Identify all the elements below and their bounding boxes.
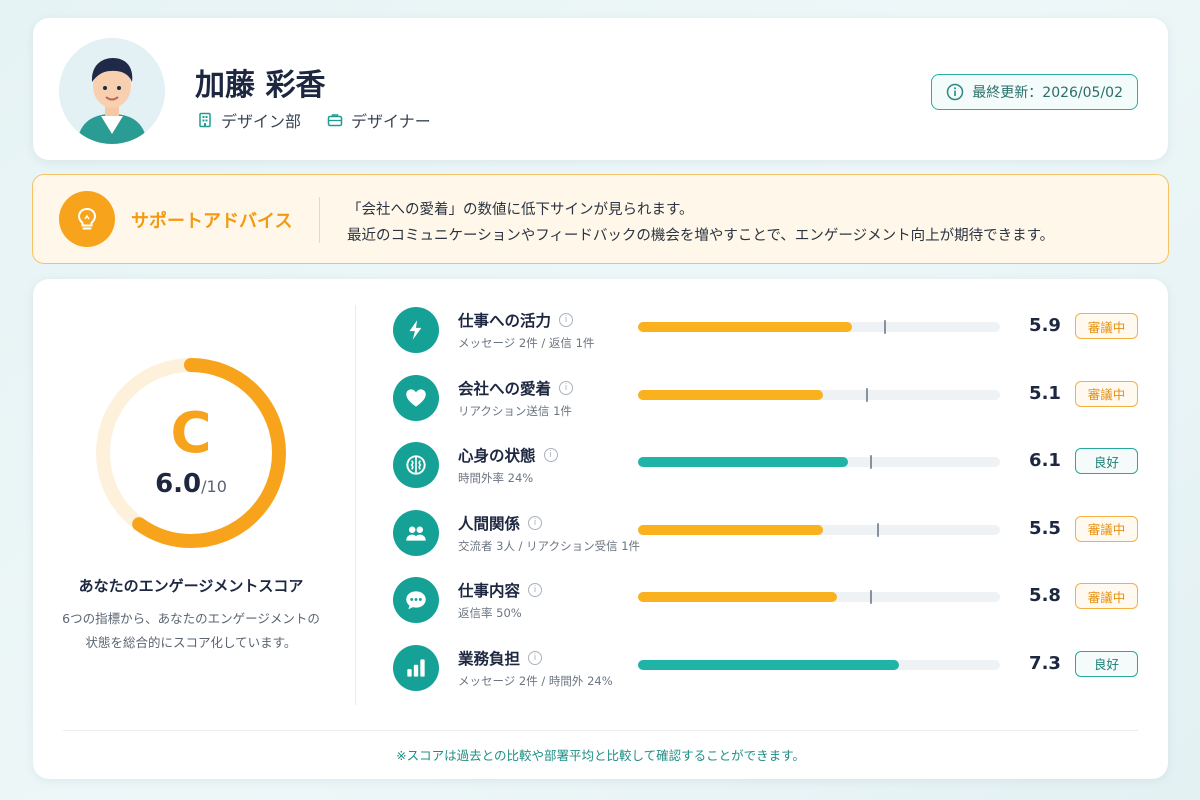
briefcase-icon	[327, 114, 343, 127]
metric-name: 会社への愛着 i	[458, 377, 574, 399]
metric-score: 5.5	[1029, 517, 1061, 539]
department-average-marker	[869, 455, 872, 469]
metric-name: 仕事内容 i	[458, 579, 543, 601]
advice-text: 「会社への愛着」の数値に低下サインが見られます。 最近のコミュニケーションやフィ…	[347, 197, 1054, 249]
bolt-icon	[393, 307, 439, 353]
department-average-marker	[876, 522, 879, 537]
profile-card: 加藤 彩香 デザイン部 デザイナー 最終更新：2026/05/02	[33, 18, 1168, 160]
metric-bar-fill	[638, 389, 823, 400]
metric-bar-fill	[638, 322, 852, 332]
metric-score: 6.1	[1029, 450, 1061, 471]
info-icon[interactable]: i	[528, 583, 543, 597]
support-advice-banner: サポートアドバイス 「会社への愛着」の数値に低下サインが見られます。 最近のコミ…	[32, 174, 1169, 264]
role-label: デザイナー	[351, 112, 431, 131]
score-title: あなたのエンゲージメントスコア	[78, 577, 304, 595]
status-badge: 良好	[1075, 448, 1138, 474]
heart-icon	[393, 374, 439, 421]
metric-name: 業務負担 i	[458, 647, 543, 669]
metric-bar-fill	[638, 524, 823, 535]
metric-row: 業務負担 i メッセージ 2件 / 時間外 24% 7.3 良好	[393, 644, 1153, 697]
info-icon[interactable]: i	[528, 515, 543, 530]
metric-detail: 交流者 3人 / リアクション受信 1件	[458, 538, 641, 553]
advice-divider	[319, 197, 320, 243]
metric-detail: メッセージ 2件 / 時間外 24%	[458, 673, 613, 688]
info-icon[interactable]: i	[528, 650, 543, 665]
profile-meta: デザイン部 デザイナー	[197, 108, 457, 132]
metric-score: 5.9	[1029, 315, 1061, 336]
score-max: /10	[201, 477, 227, 496]
metric-score: 7.3	[1029, 652, 1061, 674]
status-badge: 審議中	[1075, 515, 1138, 542]
info-icon[interactable]: i	[559, 380, 574, 395]
score-desc-line-1: 6つの指標から、あなたのエンゲージメントの	[62, 611, 320, 626]
metric-name: 人間関係 i	[458, 512, 543, 534]
status-badge: 審議中	[1075, 583, 1138, 609]
advice-title: サポートアドバイス	[131, 211, 293, 232]
info-icon	[947, 83, 964, 101]
department-average-marker	[866, 387, 869, 402]
metric-detail: リアクション送信 1件	[458, 403, 572, 418]
department-item: デザイン部	[197, 108, 301, 132]
metric-name-label: 人間関係	[458, 514, 521, 533]
metric-bar-track	[638, 387, 1000, 402]
department-average-marker	[884, 320, 887, 334]
section-divider	[355, 305, 356, 705]
advice-line-1: 「会社への愛着」の数値に低下サインが見られます。	[347, 202, 694, 218]
score-number: 6.0	[155, 469, 202, 499]
footer-divider	[63, 730, 1138, 731]
avatar	[59, 38, 165, 144]
department-label: デザイン部	[221, 112, 302, 131]
metric-bar-fill	[638, 457, 848, 467]
metric-name-label: 心身の状態	[458, 447, 536, 465]
metric-bar-fill	[638, 659, 899, 670]
bar-chart-icon	[393, 644, 439, 691]
status-badge: 審議中	[1075, 313, 1138, 339]
metric-score: 5.1	[1029, 382, 1061, 404]
score-value: 6.0/10	[93, 469, 289, 499]
last-updated-text: 最終更新：2026/05/02	[972, 85, 1123, 101]
metric-bar-track	[638, 590, 1000, 604]
metric-row: 仕事への活力 i メッセージ 2件 / 返信 1件 5.9 審議中	[393, 307, 1153, 359]
building-icon	[199, 112, 211, 128]
info-icon[interactable]: i	[543, 448, 558, 462]
last-updated-badge: 最終更新：2026/05/02	[931, 74, 1138, 110]
status-badge: 審議中	[1075, 380, 1138, 407]
score-description: 6つの指標から、あなたのエンゲージメントの 状態を総合的にスコア化しています。	[53, 607, 329, 655]
score-grade: C	[170, 401, 212, 466]
metric-name-label: 業務負担	[458, 649, 521, 668]
metric-name-label: 会社への愛着	[458, 379, 552, 398]
user-name: 加藤 彩香	[195, 68, 326, 103]
metric-detail: メッセージ 2件 / 返信 1件	[458, 336, 595, 350]
footer-note: ※スコアは過去との比較や部署平均と比較して確認することができます。	[396, 748, 805, 763]
metric-bar-fill	[638, 592, 838, 602]
role-item: デザイナー	[327, 108, 431, 132]
chat-bubble-icon	[393, 577, 439, 623]
metric-row: 仕事内容 i 返信率 50% 5.8 審議中	[393, 577, 1153, 629]
metric-name: 仕事への活力 i	[458, 309, 574, 331]
metric-row: 心身の状態 i 時間外率 24% 6.1 良好	[393, 442, 1153, 494]
info-icon[interactable]: i	[559, 313, 574, 327]
people-icon	[393, 509, 439, 556]
metric-detail: 時間外率 24%	[458, 471, 534, 485]
metric-row: 人間関係 i 交流者 3人 / リアクション受信 1件 5.5 審議中	[393, 509, 1153, 562]
engagement-score-card: C 6.0/10 あなたのエンゲージメントスコア 6つの指標から、あなたのエンゲ…	[33, 279, 1168, 779]
metric-score: 5.8	[1029, 585, 1061, 606]
metric-name: 心身の状態 i	[458, 444, 558, 466]
metric-bar-track	[638, 659, 1000, 670]
metric-bar-track	[638, 320, 1000, 334]
metric-bar-track	[638, 522, 1000, 537]
status-badge: 良好	[1075, 650, 1138, 677]
metric-detail: 返信率 50%	[458, 606, 522, 620]
metric-bar-track	[638, 455, 1000, 469]
score-desc-line-2: 状態を総合的にスコア化しています。	[85, 635, 297, 650]
metric-name-label: 仕事への活力	[458, 312, 552, 330]
lightbulb-icon	[59, 191, 115, 247]
department-average-marker	[869, 590, 872, 604]
metric-name-label: 仕事内容	[458, 582, 521, 600]
brain-icon	[393, 442, 439, 488]
advice-line-2: 最近のコミュニケーションやフィードバックの機会を増やすことで、エンゲージメント向…	[347, 228, 1055, 244]
metric-row: 会社への愛着 i リアクション送信 1件 5.1 審議中	[393, 374, 1153, 427]
